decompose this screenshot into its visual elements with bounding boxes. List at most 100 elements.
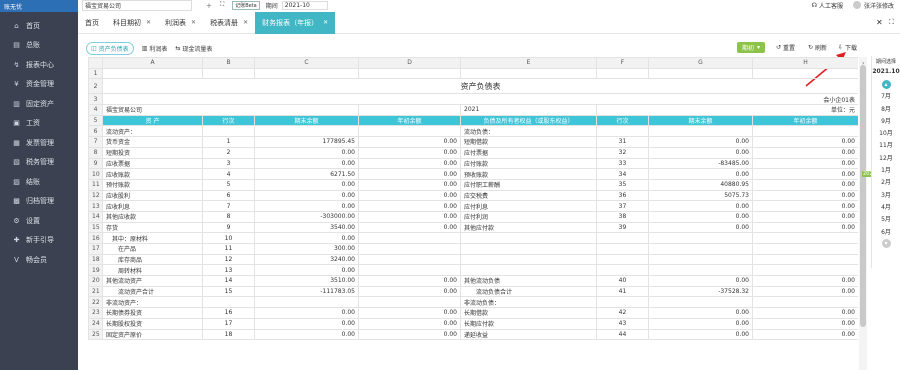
month-item[interactable]: 6月	[872, 227, 900, 239]
cell-g[interactable]: 0.00	[648, 328, 753, 341]
tab[interactable]: 首页	[78, 12, 106, 34]
row-number[interactable]: 19	[88, 264, 103, 277]
balance-sheet-grid[interactable]: ABCDEFGH 1 2 资产负债表 3 会小企01表 4 福宝贸易公司 2021 单位：…	[88, 57, 858, 370]
cell-d[interactable]	[358, 243, 461, 255]
cell-c[interactable]: 3510.00	[254, 275, 359, 287]
tab[interactable]: 科目期初 ✕	[106, 12, 158, 34]
column-letter[interactable]: B	[202, 57, 255, 69]
expand-icon[interactable]: ⛶	[220, 1, 224, 9]
cell-f[interactable]: 38	[596, 210, 649, 223]
sidebar-item[interactable]: ▤ 总账	[0, 36, 78, 56]
cell-b[interactable]: 7	[202, 200, 255, 212]
cell-a[interactable]: 周转材料	[102, 264, 203, 277]
cell-g[interactable]: 0.00	[648, 146, 753, 159]
cell-h[interactable]: 0.00	[752, 285, 858, 298]
cell-g[interactable]: 0.00	[648, 168, 753, 180]
row-number[interactable]: 13	[88, 200, 103, 212]
month-item[interactable]: 10月	[872, 128, 900, 140]
cell-b[interactable]: 2	[202, 146, 255, 159]
cell-h[interactable]	[752, 243, 858, 255]
cell-b[interactable]: 13	[202, 264, 255, 277]
sidebar-item[interactable]: ▨ 结账	[0, 172, 78, 192]
sidebar-item[interactable]: ▩ 归档管理	[0, 192, 78, 212]
cell-f[interactable]: 35	[596, 178, 649, 191]
column-letter[interactable]: C	[254, 57, 359, 69]
cell-e[interactable]: 长期借款	[460, 307, 597, 319]
cell-b[interactable]: 12	[202, 253, 255, 266]
row-number[interactable]: 17	[88, 243, 103, 255]
month-item[interactable]: 12月	[872, 153, 900, 165]
cell-h[interactable]	[752, 232, 858, 244]
cell-d[interactable]: 0.00	[358, 146, 461, 159]
row-number[interactable]: 8	[88, 146, 103, 159]
cell-d[interactable]: 0.00	[358, 157, 461, 170]
cell-f[interactable]: 40	[596, 275, 649, 287]
cell-h[interactable]	[752, 253, 858, 266]
download-button[interactable]: ⇩ 下载	[838, 43, 857, 52]
cell-h[interactable]: 0.00	[752, 317, 858, 330]
cell-b[interactable]: 6	[202, 189, 255, 202]
cell-d[interactable]: 0.00	[358, 221, 461, 234]
cell-f[interactable]	[596, 264, 649, 277]
cell-c[interactable]: 0.00	[254, 328, 359, 341]
cell-b[interactable]	[202, 296, 255, 309]
cell-b[interactable]: 17	[202, 317, 255, 330]
cell-g[interactable]	[648, 232, 753, 244]
cell-b[interactable]: 8	[202, 210, 255, 223]
cell-a[interactable]: 其中：原材料	[102, 232, 203, 244]
cell-h[interactable]: 0.00	[752, 157, 858, 170]
cell-f[interactable]: 31	[596, 136, 649, 148]
cell-e[interactable]: 流动负债：	[460, 125, 597, 138]
cell-a[interactable]: 其他流动资产	[102, 275, 203, 287]
cell-a[interactable]: 流动资产合计	[102, 285, 203, 298]
row-number[interactable]: 22	[88, 296, 103, 309]
cell-f[interactable]	[596, 232, 649, 244]
cell-c[interactable]: 0.00	[254, 307, 359, 319]
cell-g[interactable]	[648, 264, 753, 277]
row-number[interactable]: 20	[88, 275, 103, 287]
row-number[interactable]: 24	[88, 317, 103, 330]
cell-d[interactable]: 0.00	[358, 136, 461, 148]
close-tab-icon[interactable]: ✕	[323, 19, 328, 26]
cell-b[interactable]: 14	[202, 275, 255, 287]
row-number[interactable]: 25	[88, 328, 103, 341]
cell-b[interactable]: 5	[202, 178, 255, 191]
month-item[interactable]: 2月	[872, 177, 900, 189]
month-item[interactable]: 5月	[872, 214, 900, 226]
sidebar-item[interactable]: ↯ 报表中心	[0, 55, 78, 75]
scrollbar-thumb[interactable]	[860, 65, 866, 327]
scroll-up-icon[interactable]: ▴	[881, 80, 891, 90]
cell-e[interactable]: 非流动负债：	[460, 296, 597, 309]
cell-e[interactable]: 短期借款	[460, 136, 597, 148]
cell-c[interactable]: 0.00	[254, 146, 359, 159]
month-item[interactable]: 11月	[872, 140, 900, 152]
cell-c[interactable]: -303000.00	[254, 210, 359, 223]
report-tab[interactable]: ▥ 利润表	[142, 44, 168, 53]
cell-f[interactable]: 34	[596, 168, 649, 180]
sidebar-item[interactable]: ⚙ 设置	[0, 211, 78, 231]
month-item[interactable]: 7月	[872, 91, 900, 103]
cell-f[interactable]: 42	[596, 307, 649, 319]
cell-h[interactable]: 0.00	[752, 178, 858, 191]
cell-f[interactable]: 43	[596, 317, 649, 330]
cell-g[interactable]: -37528.32	[648, 285, 753, 298]
cell-c[interactable]: 0.00	[254, 317, 359, 330]
cell-d[interactable]	[358, 125, 461, 138]
sidebar-item[interactable]: ¥ 资金管理	[0, 75, 78, 95]
tab[interactable]: 财务报表（年报） ✕	[255, 11, 336, 34]
cell-e[interactable]: 其他应付款	[460, 221, 597, 234]
month-item[interactable]: 4月	[872, 202, 900, 214]
cell-e[interactable]: 预收账款	[460, 168, 597, 180]
sidebar-item[interactable]: ▧ 税务管理	[0, 153, 78, 173]
cell-b[interactable]: 4	[202, 168, 255, 180]
cell-c[interactable]: 6271.50	[254, 168, 359, 180]
row-number[interactable]: 11	[88, 178, 103, 191]
cell-g[interactable]: 0.00	[648, 307, 753, 319]
report-tab[interactable]: ⇆ 现金流量表	[175, 44, 212, 53]
cell-e[interactable]	[460, 264, 597, 277]
cell-h[interactable]	[752, 296, 858, 309]
cell-h[interactable]: 0.00	[752, 136, 858, 148]
cell-f[interactable]: 33	[596, 157, 649, 170]
cell-a[interactable]: 短期投资	[102, 146, 203, 159]
cell-c[interactable]	[254, 296, 359, 309]
